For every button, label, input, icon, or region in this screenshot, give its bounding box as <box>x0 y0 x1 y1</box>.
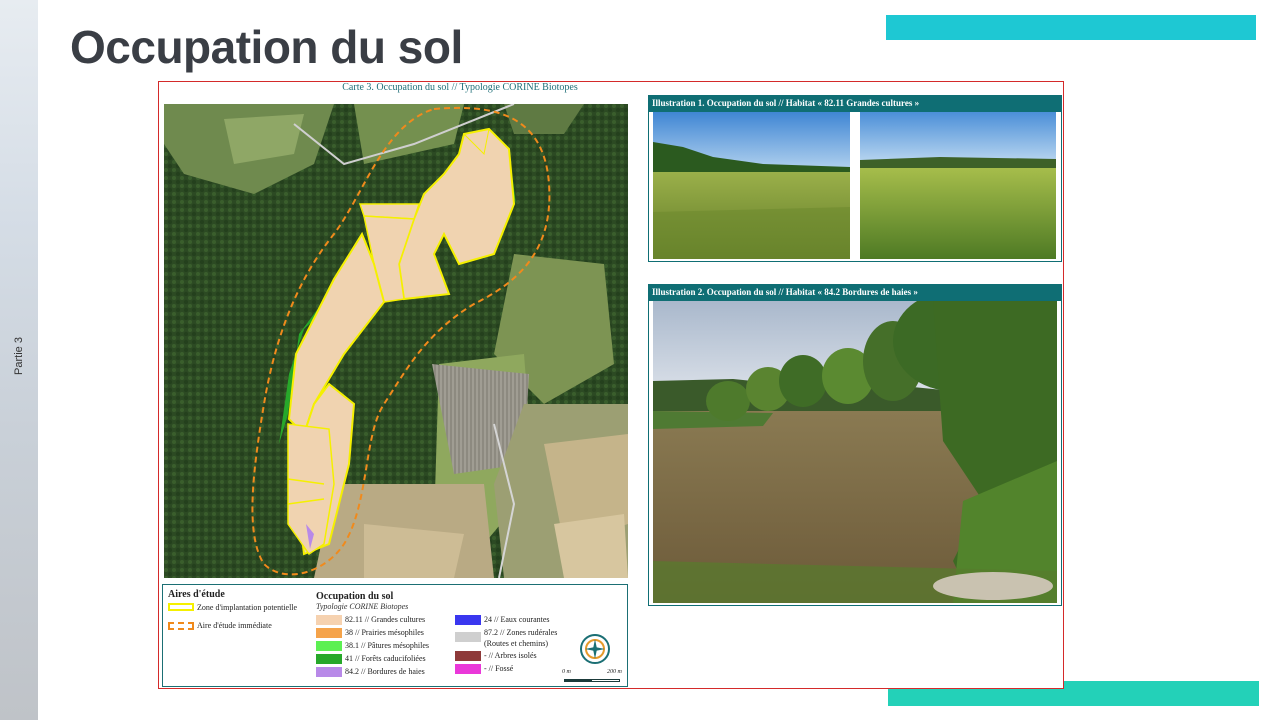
legend-label: (Routes et chemins) <box>484 639 548 648</box>
legend-swatch <box>455 664 481 674</box>
legend-label: 24 // Eaux courantes <box>484 615 550 624</box>
aerial-map-svg <box>164 104 628 578</box>
study-legend-item: Aire d'étude immédiate <box>197 621 272 630</box>
legend-label: - // Arbres isolés <box>484 651 537 660</box>
field-photo-icon <box>860 112 1056 259</box>
illustration-2-caption: Illustration 2. Occupation du sol // Hab… <box>648 284 1062 300</box>
legend-label: 38.1 // Pâtures mésophiles <box>345 641 429 650</box>
occupation-legend-subtitle: Typologie CORINE Biotopes <box>316 602 409 611</box>
map-legend: Aires d'étude Zone d'implantation potent… <box>162 584 628 687</box>
legend-label: - // Fossé <box>484 664 514 673</box>
compass-icon <box>580 634 610 664</box>
aei-swatch <box>168 622 194 630</box>
study-area-legend-title: Aires d'étude <box>168 589 225 600</box>
legend-label: 84.2 // Bordures de haies <box>345 667 425 676</box>
scale-start-label: 0 m <box>562 669 571 675</box>
map-caption: Carte 3. Occupation du sol // Typologie … <box>342 82 578 93</box>
legend-swatch <box>455 651 481 661</box>
legend-label: 38 // Prairies mésophiles <box>345 628 424 637</box>
legend-swatch <box>316 641 342 651</box>
legend-swatch <box>316 654 342 664</box>
legend-swatch <box>316 615 342 625</box>
illustration-1-caption: Illustration 1. Occupation du sol // Hab… <box>648 95 1062 111</box>
page-title: Occupation du sol <box>70 21 463 73</box>
top-accent-bar <box>886 15 1256 40</box>
study-legend-item: Zone d'implantation potentielle <box>197 603 298 612</box>
legend-swatch <box>455 615 481 625</box>
legend-label: 41 // Forêts caducifoliées <box>345 654 426 663</box>
legend-label: 87.2 // Zones rudérales <box>484 628 558 637</box>
occupation-legend-title: Occupation du sol <box>316 591 394 602</box>
scale-bar <box>564 679 620 682</box>
legend-swatch <box>316 628 342 638</box>
zip-swatch <box>168 603 194 611</box>
field-photo-icon <box>653 112 850 259</box>
legend-swatch <box>455 632 481 642</box>
scale-end-label: 200 m <box>607 669 622 675</box>
legend-label: 82.11 // Grandes cultures <box>345 615 426 624</box>
hedge-photo-icon <box>653 301 1057 603</box>
aerial-map <box>164 104 628 578</box>
legend-swatch <box>316 667 342 677</box>
section-label: Partie 3 <box>13 337 25 375</box>
